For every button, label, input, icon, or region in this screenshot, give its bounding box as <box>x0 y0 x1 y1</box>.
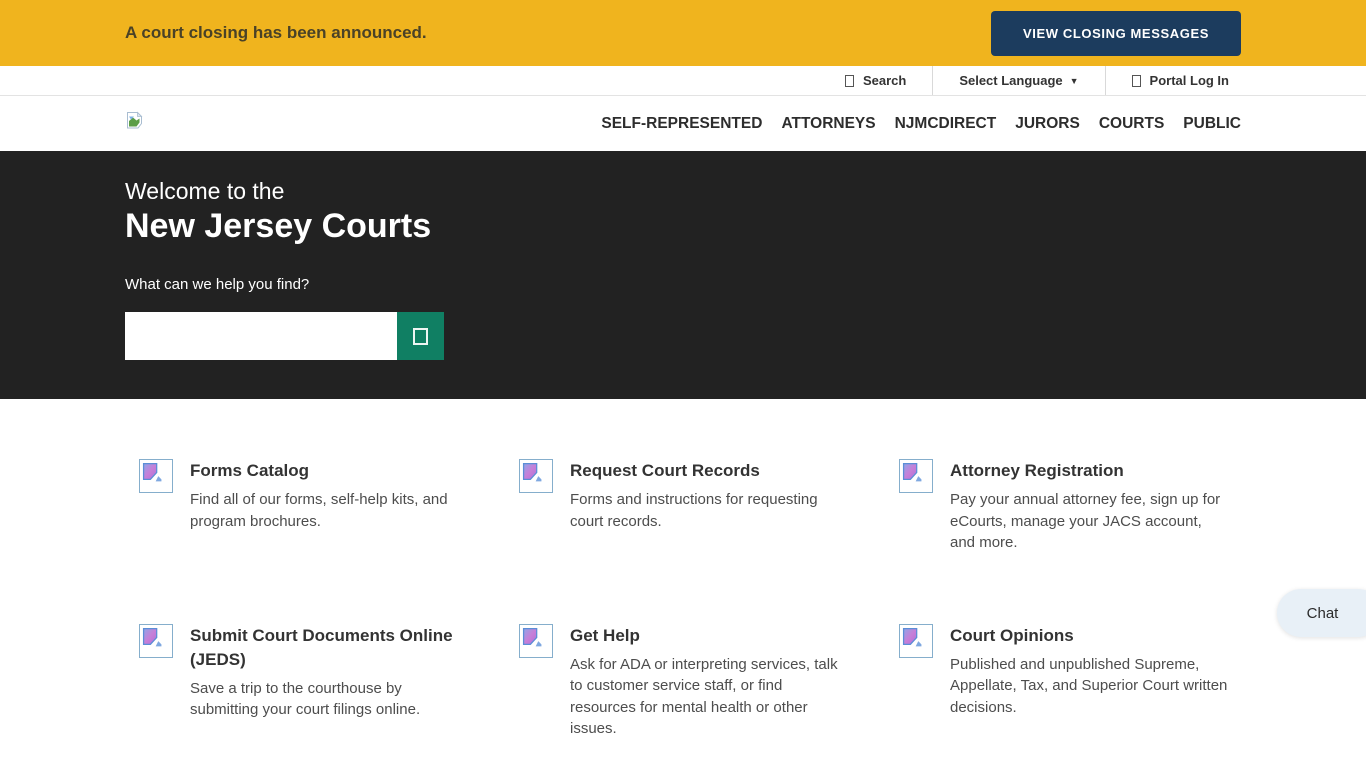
nav-item-attorneys[interactable]: ATTORNEYS <box>781 115 875 132</box>
nav-item-njmcdirect[interactable]: NJMCDIRECT <box>895 115 997 132</box>
card-title[interactable]: Attorney Registration <box>950 459 1228 483</box>
portal-login-label: Portal Log In <box>1150 73 1229 88</box>
quick-links-grid: Forms Catalog Find all of our forms, sel… <box>139 459 1366 740</box>
search-icon <box>845 75 854 87</box>
hero-welcome-line: Welcome to the <box>125 176 1241 206</box>
card-description: Ask for ADA or interpreting services, ta… <box>570 654 848 740</box>
language-selector-label: Select Language <box>959 73 1062 88</box>
card-title[interactable]: Submit Court Documents Online (JEDS) <box>190 624 468 672</box>
broken-image-icon <box>139 624 173 658</box>
broken-image-icon <box>519 624 553 658</box>
card-attorney-registration[interactable]: Attorney Registration Pay your annual at… <box>899 459 1279 554</box>
site-logo[interactable] <box>125 111 144 130</box>
broken-image-icon <box>519 459 553 493</box>
alert-message: A court closing has been announced. <box>125 23 427 43</box>
hero-search-input[interactable] <box>125 312 397 360</box>
hero-search-button[interactable] <box>397 312 444 360</box>
nav-item-public[interactable]: PUBLIC <box>1183 115 1241 132</box>
card-description: Published and unpublished Supreme, Appel… <box>950 654 1228 719</box>
card-description: Forms and instructions for requesting co… <box>570 489 848 532</box>
utility-search[interactable]: Search <box>819 66 932 95</box>
broken-image-icon <box>139 459 173 493</box>
search-icon <box>413 328 428 345</box>
card-description: Save a trip to the courthouse by submitt… <box>190 678 468 721</box>
card-title[interactable]: Request Court Records <box>570 459 848 483</box>
main-nav: SELF-REPRESENTED ATTORNEYS NJMCDIRECT JU… <box>0 96 1366 151</box>
utility-nav: Search Select Language ▼ Portal Log In <box>0 66 1366 96</box>
card-submit-court-documents-jeds[interactable]: Submit Court Documents Online (JEDS) Sav… <box>139 624 519 740</box>
language-selector[interactable]: Select Language ▼ <box>932 66 1104 95</box>
utility-search-label: Search <box>863 73 906 88</box>
broken-image-icon <box>899 459 933 493</box>
card-title[interactable]: Get Help <box>570 624 848 648</box>
alert-banner: A court closing has been announced. VIEW… <box>0 0 1366 66</box>
nav-item-jurors[interactable]: JURORS <box>1015 115 1080 132</box>
hero-search-bar <box>125 312 1241 360</box>
card-description: Find all of our forms, self-help kits, a… <box>190 489 468 532</box>
chevron-down-icon: ▼ <box>1070 76 1079 86</box>
hero-section: Welcome to the New Jersey Courts What ca… <box>0 151 1366 399</box>
card-get-help[interactable]: Get Help Ask for ADA or interpreting ser… <box>519 624 899 740</box>
broken-image-icon <box>899 624 933 658</box>
nav-item-self-represented[interactable]: SELF-REPRESENTED <box>601 115 762 132</box>
page-title: New Jersey Courts <box>125 206 1241 246</box>
view-closing-messages-button[interactable]: VIEW CLOSING MESSAGES <box>991 11 1241 56</box>
nav-item-courts[interactable]: COURTS <box>1099 115 1164 132</box>
user-icon <box>1132 75 1141 87</box>
card-court-opinions[interactable]: Court Opinions Published and unpublished… <box>899 624 1279 740</box>
portal-login[interactable]: Portal Log In <box>1105 66 1241 95</box>
card-request-court-records[interactable]: Request Court Records Forms and instruct… <box>519 459 899 554</box>
chat-button-label: Chat <box>1307 605 1339 622</box>
card-forms-catalog[interactable]: Forms Catalog Find all of our forms, sel… <box>139 459 519 554</box>
card-title[interactable]: Court Opinions <box>950 624 1228 648</box>
card-description: Pay your annual attorney fee, sign up fo… <box>950 489 1228 554</box>
broken-image-icon <box>125 111 144 130</box>
card-title[interactable]: Forms Catalog <box>190 459 468 483</box>
hero-search-prompt: What can we help you find? <box>125 274 1241 295</box>
chat-button[interactable]: Chat <box>1277 589 1366 637</box>
primary-nav-links: SELF-REPRESENTED ATTORNEYS NJMCDIRECT JU… <box>601 115 1241 133</box>
